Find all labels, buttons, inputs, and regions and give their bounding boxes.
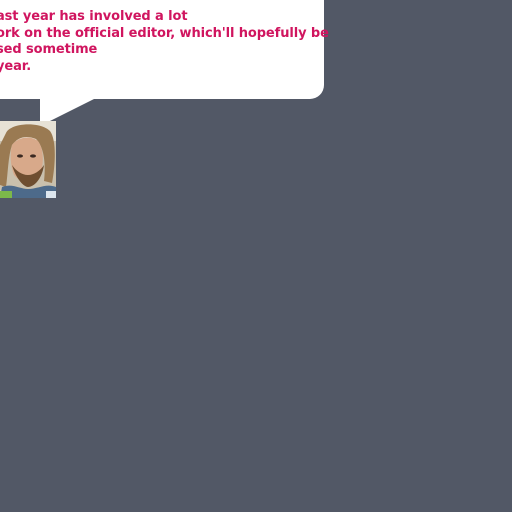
stage: ast year has involved a lot ork on the o… <box>0 0 512 512</box>
avatar <box>0 121 56 198</box>
bubble-line-1: ast year has involved a lot <box>0 9 188 24</box>
bubble-line-2: ork on the official editor, which'll hop… <box>0 25 329 41</box>
speech-bubble: ast year has involved a lot ork on the o… <box>0 0 329 99</box>
bubble-line-3: sed sometime <box>0 42 98 57</box>
bubble-line-4: year. <box>0 58 32 74</box>
person-photo-icon <box>0 121 56 198</box>
